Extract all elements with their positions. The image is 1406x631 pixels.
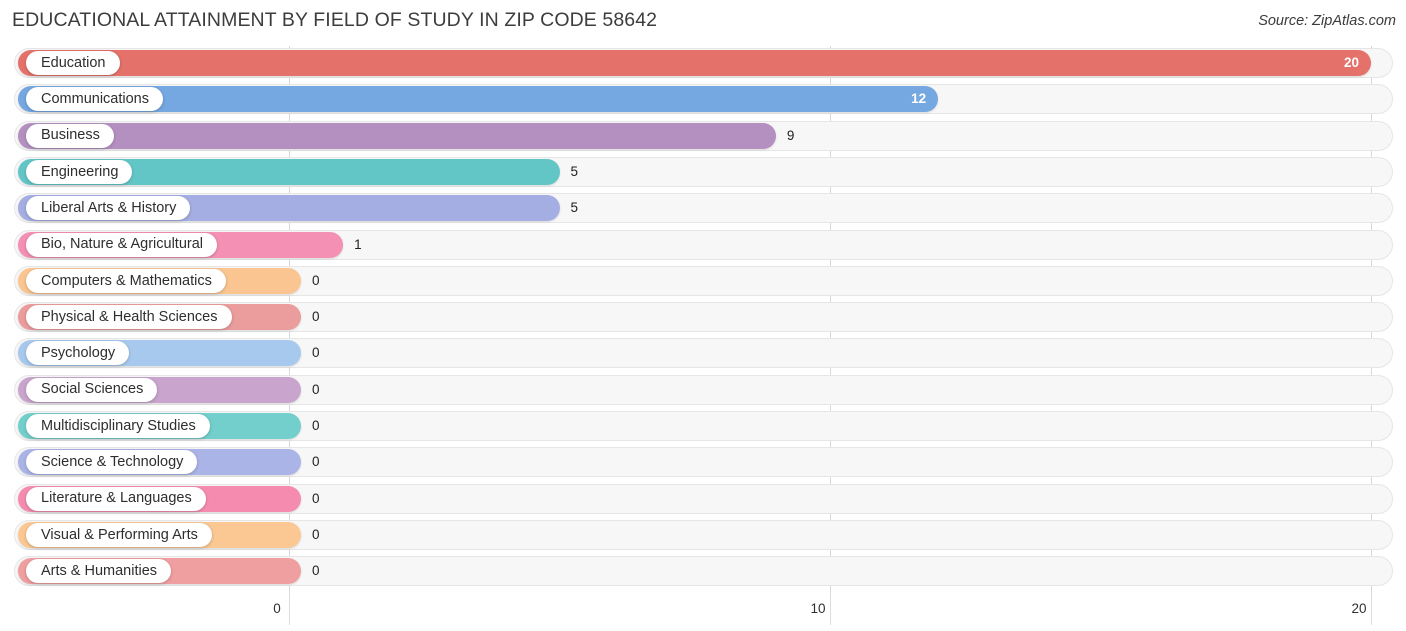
bar-value-label: 20 xyxy=(1343,55,1359,70)
bar-row[interactable]: Visual & Performing Arts 0 xyxy=(0,518,1406,554)
axis-tick-mark xyxy=(1371,595,1372,625)
bar-value-label: 0 xyxy=(312,454,320,470)
bar-category-label-text: Science & Technology xyxy=(41,454,184,471)
bar-row[interactable]: Science & Technology 0 xyxy=(0,445,1406,481)
plot-area: Education 20 Communications 12 Business 9 Engi… xyxy=(0,46,1406,595)
bar-category-label-text: Education xyxy=(41,54,106,71)
axis-tick-label: 20 xyxy=(1351,601,1367,616)
bar-category-label-text: Psychology xyxy=(41,345,116,362)
bar-value-label: 0 xyxy=(312,490,320,506)
bar-category-label: Science & Technology xyxy=(26,450,198,475)
bar-category-label: Communications xyxy=(26,87,163,112)
bar-category-label-text: Engineering xyxy=(41,163,119,180)
x-axis: 0 10 20 xyxy=(0,595,1406,631)
bar-row[interactable]: Education 20 xyxy=(0,46,1406,82)
bar-row[interactable]: Physical & Health Sciences 0 xyxy=(0,300,1406,336)
bar-row[interactable]: Business 9 xyxy=(0,119,1406,155)
bar-value-label: 0 xyxy=(312,272,320,288)
bar-value-label: 0 xyxy=(312,418,320,433)
axis-tick-label: 10 xyxy=(810,601,826,616)
bar-value-label: 9 xyxy=(786,127,795,143)
bar-category-label-text: Visual & Performing Arts xyxy=(41,526,198,543)
bar-value-label: 0 xyxy=(312,526,320,542)
bar-category-label: Literature & Languages xyxy=(26,486,206,511)
bar-category-label: Visual & Performing Arts xyxy=(26,522,212,547)
bar-row[interactable]: Arts & Humanities 0 xyxy=(0,554,1406,590)
bar-row[interactable]: Communications 12 xyxy=(0,82,1406,118)
bar-category-label: Engineering xyxy=(26,159,133,184)
bar[interactable] xyxy=(18,122,776,149)
bar-category-label-text: Multidisciplinary Studies xyxy=(41,417,196,434)
bar-category-label-text: Literature & Languages xyxy=(41,490,192,507)
bar-row[interactable]: Engineering 5 xyxy=(0,155,1406,191)
bar-value-label: 0 xyxy=(312,381,320,397)
bar-category-label: Social Sciences xyxy=(26,377,158,402)
bar-category-label: Education xyxy=(26,51,120,75)
bar[interactable] xyxy=(18,50,1371,76)
bar-category-label-text: Communications xyxy=(41,91,149,108)
bar-category-label-text: Business xyxy=(41,127,100,144)
bar-category-label-text: Social Sciences xyxy=(41,381,144,398)
bar-category-label: Physical & Health Sciences xyxy=(26,305,232,330)
bar-value-label: 1 xyxy=(354,236,362,252)
bar-value-label: 0 xyxy=(312,563,320,579)
bar-category-label: Business xyxy=(26,123,114,148)
bar-value-label: 12 xyxy=(911,91,927,107)
bar-category-label: Arts & Humanities xyxy=(26,559,172,584)
axis-tick-label: 0 xyxy=(273,601,281,616)
axis-tick-mark xyxy=(289,595,290,625)
bar-row[interactable]: Liberal Arts & History 5 xyxy=(0,191,1406,227)
bar-category-label-text: Computers & Mathematics xyxy=(41,272,212,289)
bar-row[interactable]: Multidisciplinary Studies 0 xyxy=(0,409,1406,445)
bar-category-label-text: Arts & Humanities xyxy=(41,562,158,579)
bar-value-label: 5 xyxy=(570,200,579,216)
bar-value-label: 0 xyxy=(312,309,320,325)
bar-category-label: Psychology xyxy=(26,341,130,366)
bar-row[interactable]: Social Sciences 0 xyxy=(0,373,1406,409)
bar-category-label-text: Physical & Health Sciences xyxy=(41,308,218,325)
bar-category-label: Bio, Nature & Agricultural xyxy=(26,232,217,257)
bar-row[interactable]: Computers & Mathematics 0 xyxy=(0,264,1406,300)
page-title: EDUCATIONAL ATTAINMENT BY FIELD OF STUDY… xyxy=(12,9,658,31)
chart-page: EDUCATIONAL ATTAINMENT BY FIELD OF STUDY… xyxy=(0,0,1406,631)
bar-value-label: 0 xyxy=(312,345,320,361)
bar-category-label: Liberal Arts & History xyxy=(26,196,191,221)
bar-category-label: Computers & Mathematics xyxy=(26,268,226,293)
bar-row[interactable]: Bio, Nature & Agricultural 1 xyxy=(0,228,1406,264)
source-attribution: Source: ZipAtlas.com xyxy=(1258,13,1396,29)
bar-row[interactable]: Literature & Languages 0 xyxy=(0,482,1406,518)
bar-value-label: 5 xyxy=(570,163,579,179)
bar-category-label: Multidisciplinary Studies xyxy=(26,414,210,438)
bar-category-label-text: Bio, Nature & Agricultural xyxy=(41,236,203,253)
axis-tick-mark xyxy=(830,595,831,625)
bar-category-label-text: Liberal Arts & History xyxy=(41,199,177,216)
bar-row[interactable]: Psychology 0 xyxy=(0,336,1406,372)
